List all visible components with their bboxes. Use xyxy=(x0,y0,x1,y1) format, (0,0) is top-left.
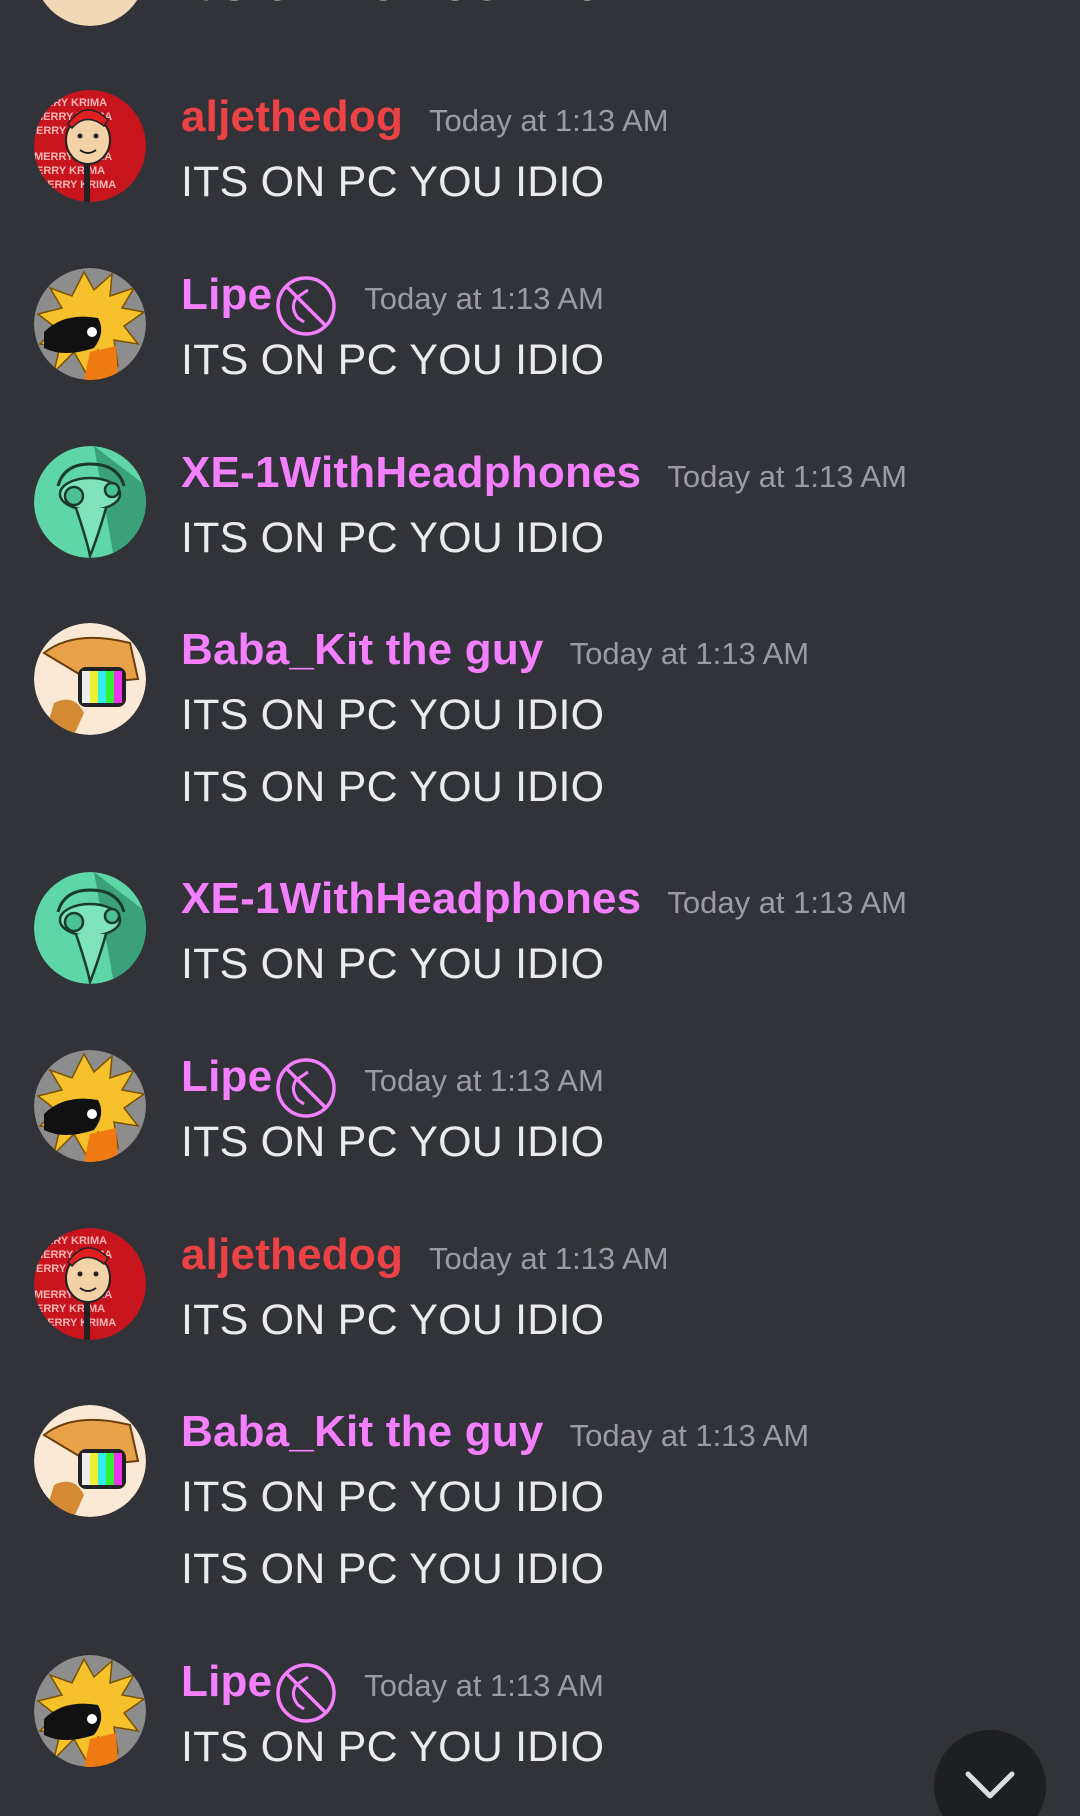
username[interactable]: aljethedog xyxy=(181,1230,403,1280)
message-text: ITS ON PC YOU IDIO xyxy=(181,1118,605,1166)
username[interactable]: Lipe xyxy=(181,1052,272,1102)
svg-text:ERRY KRIMA: ERRY KRIMA xyxy=(38,97,107,109)
no-sleep-status-icon xyxy=(274,1056,338,1120)
svg-text:ERRY KRIMA: ERRY KRIMA xyxy=(36,1303,105,1315)
username[interactable]: XE-1WithHeadphones xyxy=(181,874,641,924)
avatar[interactable] xyxy=(34,623,146,735)
svg-text:ERRY KRIMA: ERRY KRIMA xyxy=(38,1235,107,1247)
timestamp: Today at 1:13 AM xyxy=(364,1063,604,1098)
username[interactable]: Baba_Kit the guy xyxy=(181,625,544,675)
avatar[interactable] xyxy=(34,268,146,380)
username[interactable]: Lipe xyxy=(181,1657,272,1707)
partial-message: ITS ON PC YOU IDIO xyxy=(0,0,1080,30)
avatar[interactable]: ERRY KRIMAMERRY KRIMA ERRY KRIMAMERRY KR… xyxy=(34,90,146,202)
timestamp: Today at 1:13 AM xyxy=(429,1241,669,1276)
avatar[interactable] xyxy=(34,1405,146,1517)
username[interactable]: Lipe xyxy=(181,270,272,320)
username[interactable]: aljethedog xyxy=(181,92,403,142)
message-text: ITS ON PC YOU IDIO xyxy=(181,1296,605,1344)
message-text: ITS ON PC YOU IDIO xyxy=(181,0,604,11)
message-text: ITS ON PC YOU IDIO xyxy=(181,336,605,384)
message-text: ITS ON PC YOU IDIO xyxy=(181,940,605,988)
svg-text:ERRY KRIMA: ERRY KRIMA xyxy=(36,165,105,177)
timestamp: Today at 1:13 AM xyxy=(364,1668,604,1703)
timestamp: Today at 1:13 AM xyxy=(667,459,907,494)
message-text: ITS ON PC YOU IDIO xyxy=(181,1473,605,1521)
svg-text:MERRY KRIMA: MERRY KRIMA xyxy=(38,1317,116,1329)
avatar[interactable] xyxy=(34,1655,146,1767)
message-text: ITS ON PC YOU IDIO xyxy=(181,1545,605,1593)
chevron-down-icon xyxy=(965,1771,1015,1799)
jump-to-bottom-button[interactable] xyxy=(934,1730,1046,1816)
avatar[interactable] xyxy=(34,872,146,984)
timestamp: Today at 1:13 AM xyxy=(429,103,669,138)
avatar[interactable] xyxy=(34,1050,146,1162)
avatar[interactable] xyxy=(34,0,146,26)
avatar[interactable] xyxy=(34,446,146,558)
svg-text:MERRY KRIMA: MERRY KRIMA xyxy=(38,179,116,191)
message-text: ITS ON PC YOU IDIO xyxy=(181,158,605,206)
message-list[interactable]: ITS ON PC YOU IDIO ERRY KRIMA MERRY KRIMA… xyxy=(0,0,1080,1816)
username[interactable]: Baba_Kit the guy xyxy=(181,1407,544,1457)
message-text: ITS ON PC YOU IDIO xyxy=(181,691,605,739)
avatar[interactable]: ERRY KRIMAMERRY KRIMA ERRY KRIMAMERRY KR… xyxy=(34,1228,146,1340)
timestamp: Today at 1:13 AM xyxy=(364,281,604,316)
timestamp: Today at 1:13 AM xyxy=(569,636,810,671)
username[interactable]: XE-1WithHeadphones xyxy=(181,448,641,498)
no-sleep-status-icon xyxy=(274,274,338,338)
timestamp: Today at 1:13 AM xyxy=(667,885,907,920)
message-text: ITS ON PC YOU IDIO xyxy=(181,1723,605,1771)
timestamp: Today at 1:13 AM xyxy=(569,1418,810,1453)
message-text: ITS ON PC YOU IDIO xyxy=(181,514,605,562)
no-sleep-status-icon xyxy=(274,1661,338,1725)
message-text: ITS ON PC YOU IDIO xyxy=(181,763,605,811)
